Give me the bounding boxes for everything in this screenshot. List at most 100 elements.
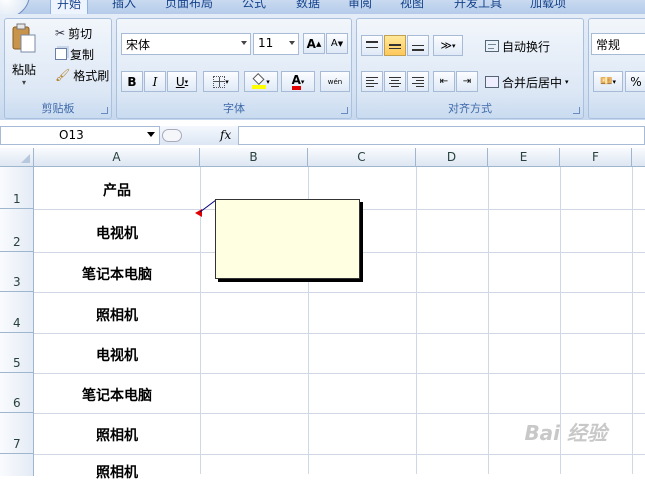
paste-button[interactable]: 粘贴 ▾ [7,23,41,93]
tab-data[interactable]: 数据 [296,0,320,12]
cell-a7[interactable]: 照相机 [34,425,200,445]
row-header-8[interactable] [0,454,34,476]
grow-font-button[interactable]: A ▲ [303,33,325,54]
align-right-icon [412,76,424,87]
row-header-6[interactable]: 6 [0,373,34,413]
chevron-down-icon: ▾ [452,41,456,50]
merge-center-button[interactable]: 合并后居中 ▾ [485,73,569,91]
align-middle-icon [389,40,401,51]
tab-review[interactable]: 审阅 [348,0,372,12]
column-header-f[interactable]: F [560,148,632,167]
cell-a1[interactable]: 产品 [34,180,200,200]
tab-page-layout[interactable]: 页面布局 [165,0,213,12]
align-right-button[interactable] [407,71,429,92]
format-painter-button[interactable]: 🖌 格式刷 [55,66,109,84]
chevron-down-icon: ▾ [266,77,270,86]
comment-box[interactable] [215,199,360,279]
row-header-1[interactable]: 1 [0,167,34,209]
column-header-g[interactable] [632,148,645,167]
bold-button[interactable]: B [121,71,143,92]
tab-addins[interactable]: 加载项 [530,0,566,12]
column-header-a[interactable]: A [34,148,200,167]
office-button[interactable] [0,0,30,14]
fill-color-button[interactable]: ▾ [244,71,278,92]
chevron-down-icon: ▾ [300,77,305,86]
tab-insert[interactable]: 插入 [112,0,136,12]
wrap-text-button[interactable]: 自动换行 [485,37,550,55]
insert-function-button[interactable]: fx [220,128,231,142]
chevron-down-icon [241,41,247,45]
tab-developer[interactable]: 开发工具 [454,0,502,12]
align-center-button[interactable] [384,71,406,92]
cell-a6[interactable]: 笔记本电脑 [34,385,200,405]
chevron-down-icon: ▾ [184,77,189,86]
accounting-format-button[interactable]: 💴 ▾ [593,71,623,92]
font-group: 宋体 11 A ▲ A ▼ B I U ▾ ▾ ▾ A ▾ wén 字体 [116,18,352,119]
row-header-2[interactable]: 2 [0,209,34,252]
chevron-down-icon [289,41,295,45]
font-color-icon: A [291,74,301,90]
chevron-down-icon[interactable] [147,132,155,137]
formula-bar-input[interactable] [238,126,645,145]
orientation-button[interactable]: ≫ ▾ [433,35,463,56]
borders-icon [213,75,226,88]
italic-button[interactable]: I [144,71,166,92]
align-left-button[interactable] [361,71,383,92]
column-header-c[interactable]: C [308,148,416,167]
cell-a2[interactable]: 电视机 [34,223,200,243]
row-header-4[interactable]: 4 [0,292,34,333]
chevron-down-icon: ▾ [565,78,569,86]
font-size-combo[interactable]: 11 [253,33,299,55]
watermark: Bai 经验 [524,421,607,445]
column-header-b[interactable]: B [200,148,308,167]
font-name-combo[interactable]: 宋体 [121,33,251,55]
column-header-d[interactable]: D [416,148,488,167]
clipboard-launcher-icon[interactable] [101,107,108,114]
row-header-5[interactable]: 5 [0,333,34,373]
align-left-icon [366,76,378,87]
borders-button[interactable]: ▾ [203,71,239,92]
increase-indent-button[interactable]: ⇥ [456,71,478,92]
tab-view[interactable]: 视图 [400,0,424,12]
cell-a8[interactable]: 照相机 [34,462,200,482]
decrease-indent-icon: ⇤ [439,76,449,87]
underline-button[interactable]: U ▾ [167,71,197,92]
wrap-text-icon [485,40,499,52]
tab-home[interactable]: 开始 [50,0,89,14]
align-top-icon [366,40,378,51]
number-format-combo[interactable]: 常规 [591,33,645,55]
align-bottom-icon [412,40,424,51]
name-box[interactable]: O13 [0,126,160,145]
orientation-icon: ≫ [440,39,452,52]
cell-a4[interactable]: 照相机 [34,305,200,325]
row-header-3[interactable]: 3 [0,252,34,292]
cell-a5[interactable]: 电视机 [34,345,200,365]
decrease-indent-button[interactable]: ⇤ [433,71,455,92]
align-bottom-button[interactable] [407,35,429,56]
align-middle-button[interactable] [384,35,406,56]
font-group-label: 字体 [223,102,245,115]
alignment-group-label: 对齐方式 [448,102,492,115]
alignment-launcher-icon[interactable] [573,107,580,114]
phonetic-guide-button[interactable]: wén [320,71,350,92]
tab-formulas[interactable]: 公式 [242,0,266,12]
cut-button[interactable]: ✂ 剪切 [55,24,92,42]
copy-icon [55,48,67,60]
formula-bar-controls: fx [160,126,238,145]
caret-down-icon: ▼ [337,39,344,48]
clipboard-group-label: 剪贴板 [41,102,75,115]
shrink-font-button[interactable]: A ▼ [326,33,348,54]
percent-button[interactable]: % [625,71,645,92]
font-launcher-icon[interactable] [341,107,348,114]
copy-button[interactable]: 复制 [55,45,94,63]
cell-a3[interactable]: 笔记本电脑 [34,264,200,284]
font-color-button[interactable]: A ▾ [281,71,315,92]
formula-bar-resize-handle[interactable] [162,129,182,142]
number-group: 常规 💴▾ % 数 [588,18,645,119]
paste-label: 粘贴 [11,63,36,77]
align-top-button[interactable] [361,35,383,56]
select-all-corner[interactable] [0,148,34,167]
row-header-7[interactable]: 7 [0,413,34,454]
align-center-icon [389,76,401,87]
column-header-e[interactable]: E [488,148,560,167]
